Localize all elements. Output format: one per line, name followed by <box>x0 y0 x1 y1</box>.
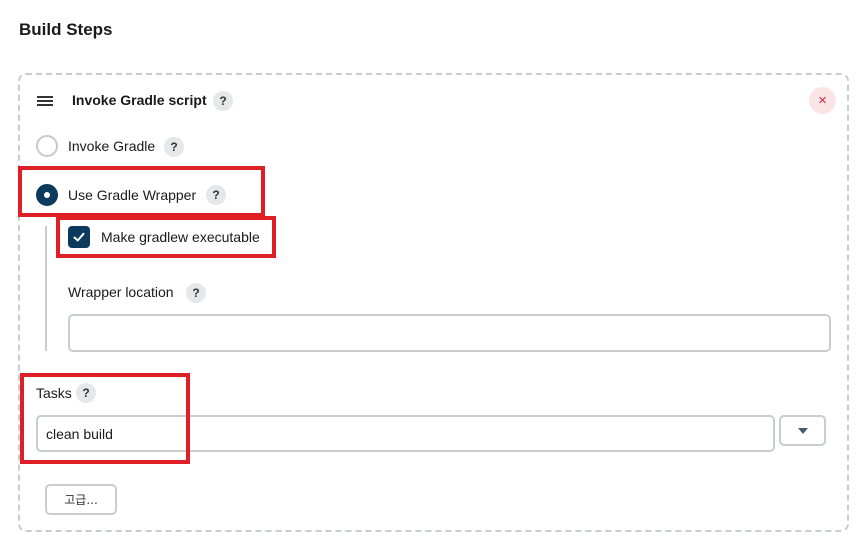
step-help-icon[interactable]: ? <box>213 91 233 111</box>
check-icon <box>73 232 85 242</box>
section-title: Build Steps <box>19 20 113 39</box>
invoke-gradle-help-icon[interactable]: ? <box>164 137 184 157</box>
tasks-label: Tasks <box>36 385 72 401</box>
wrapper-location-input[interactable] <box>68 314 831 352</box>
caret-down-icon <box>797 427 808 434</box>
wrapper-location-label: Wrapper location <box>68 284 174 300</box>
close-step-button[interactable]: × <box>809 87 836 114</box>
step-title: Invoke Gradle script <box>72 92 207 108</box>
invoke-gradle-radio[interactable] <box>36 135 58 157</box>
advanced-button[interactable]: 고급... <box>45 484 117 515</box>
tasks-expand-button[interactable] <box>779 415 826 446</box>
use-gradle-wrapper-radio[interactable] <box>36 184 58 206</box>
wrapper-location-help-icon[interactable]: ? <box>186 283 206 303</box>
nested-options-bar <box>45 226 47 351</box>
use-gradle-wrapper-label[interactable]: Use Gradle Wrapper <box>68 187 196 203</box>
use-gradle-wrapper-help-icon[interactable]: ? <box>206 185 226 205</box>
make-gradlew-executable-label[interactable]: Make gradlew executable <box>101 229 260 245</box>
invoke-gradle-label[interactable]: Invoke Gradle <box>68 138 155 154</box>
tasks-input[interactable] <box>36 415 775 452</box>
tasks-help-icon[interactable]: ? <box>76 383 96 403</box>
drag-handle-icon[interactable] <box>37 96 53 106</box>
make-gradlew-executable-checkbox[interactable] <box>68 226 90 248</box>
